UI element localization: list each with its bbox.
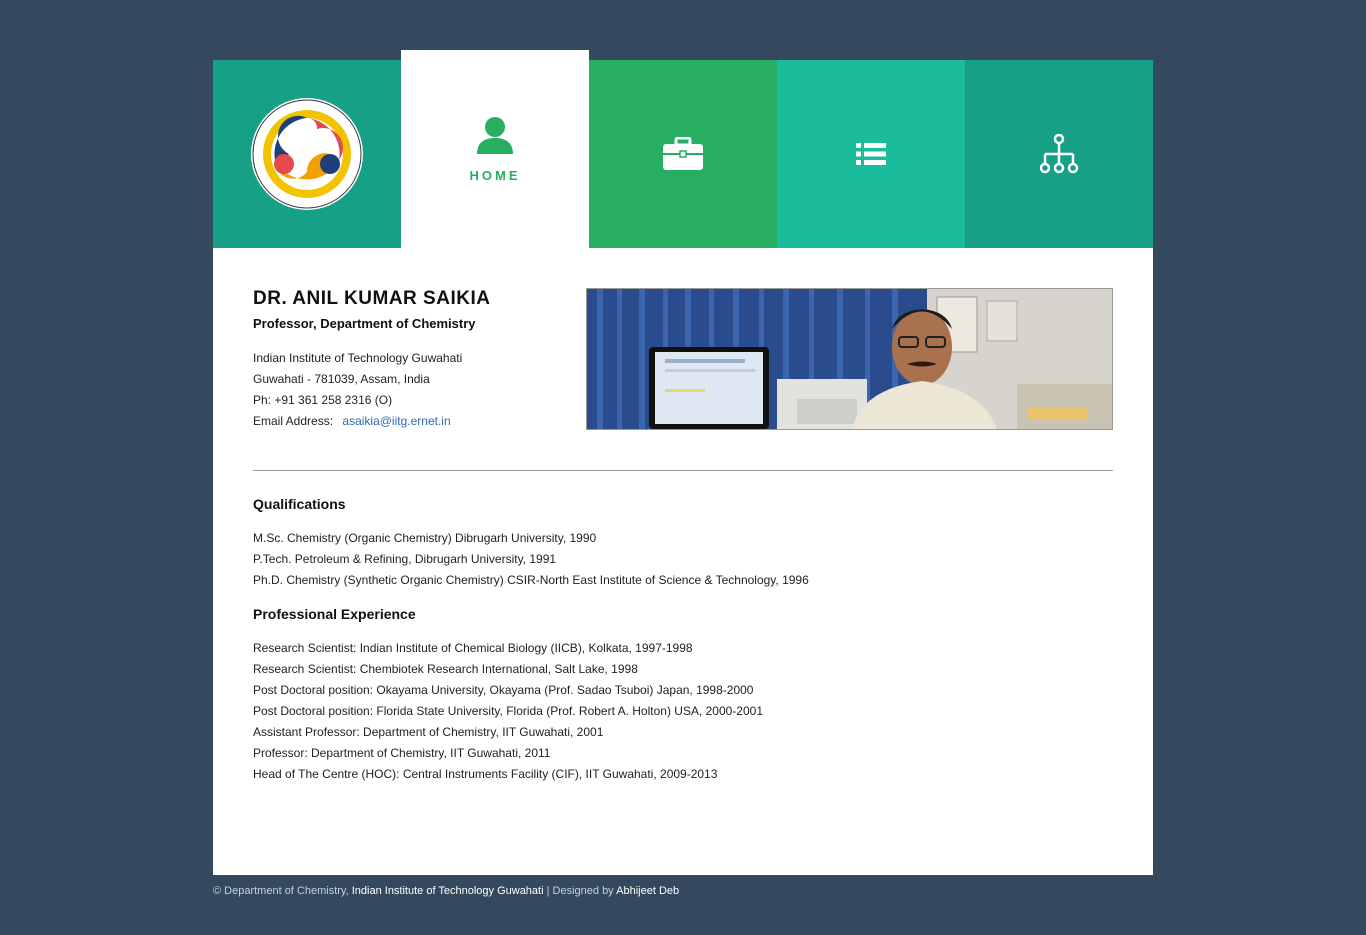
user-icon: [477, 116, 513, 154]
top-nav: HOME: [213, 50, 1153, 248]
list-item: Research Scientist: Chembiotek Research …: [253, 662, 638, 676]
list-item: Post Doctoral position: Florida State Un…: [253, 704, 764, 718]
qualifications-list: M.Sc. Chemistry (Organic Chemistry) Dibr…: [253, 528, 809, 591]
footer-copyright: © Department of Chemistry,: [213, 885, 349, 897]
list-item: P.Tech. Petroleum & Refining, Dibrugarh …: [253, 552, 557, 566]
tab-home-label: HOME: [469, 167, 521, 183]
page-container: HOME DR. ANIL KUMAR SAIKIA Professor, De…: [213, 50, 1153, 875]
tab-publications[interactable]: [777, 60, 965, 248]
email-link[interactable]: asaikia@iitg.ernet.in: [342, 414, 450, 428]
profile-photo: [586, 288, 1113, 430]
briefcase-icon: [663, 137, 703, 170]
experience-heading: Professional Experience: [253, 606, 416, 622]
list-item: Ph.D. Chemistry (Synthetic Organic Chemi…: [253, 573, 809, 587]
iitg-logo: [251, 98, 363, 210]
list-item: Research Scientist: Indian Institute of …: [253, 641, 693, 655]
contact-info: Indian Institute of Technology Guwahati …: [253, 348, 462, 432]
list-item: Professor: Department of Chemistry, IIT …: [253, 746, 551, 760]
list-icon: [856, 143, 886, 165]
footer: © Department of Chemistry, Indian Instit…: [213, 885, 679, 897]
logo-tile: [213, 60, 401, 248]
phone-number: Ph: +91 361 258 2316 (O): [253, 393, 393, 407]
profile-name: DR. ANIL KUMAR SAIKIA: [253, 288, 491, 309]
list-item: M.Sc. Chemistry (Organic Chemistry) Dibr…: [253, 531, 597, 545]
footer-separator: |: [546, 885, 550, 897]
experience-list: Research Scientist: Indian Institute of …: [253, 638, 763, 785]
profile-title: Professor, Department of Chemistry: [253, 316, 476, 331]
footer-designed-by: Designed by: [552, 885, 614, 897]
tab-experience[interactable]: [589, 60, 777, 248]
qualifications-heading: Qualifications: [253, 496, 346, 512]
list-item: Head of The Centre (HOC): Central Instru…: [253, 767, 718, 781]
address-line-1: Indian Institute of Technology Guwahati: [253, 351, 463, 365]
tab-home[interactable]: HOME: [401, 50, 589, 248]
list-item: Post Doctoral position: Okayama Universi…: [253, 683, 754, 697]
footer-designer-link[interactable]: Abhijeet Deb: [616, 885, 679, 897]
address-line-2: Guwahati - 781039, Assam, India: [253, 372, 430, 386]
footer-institute-link[interactable]: Indian Institute of Technology Guwahati: [352, 885, 544, 897]
email-label: Email Address:: [253, 414, 334, 428]
tab-group[interactable]: [965, 60, 1153, 248]
sitemap-icon: [1039, 134, 1079, 174]
email-row: Email Address: asaikia@iitg.ernet.in: [253, 411, 462, 432]
main-content: DR. ANIL KUMAR SAIKIA Professor, Departm…: [213, 248, 1153, 875]
section-divider: [253, 470, 1113, 471]
list-item: Assistant Professor: Department of Chemi…: [253, 725, 604, 739]
